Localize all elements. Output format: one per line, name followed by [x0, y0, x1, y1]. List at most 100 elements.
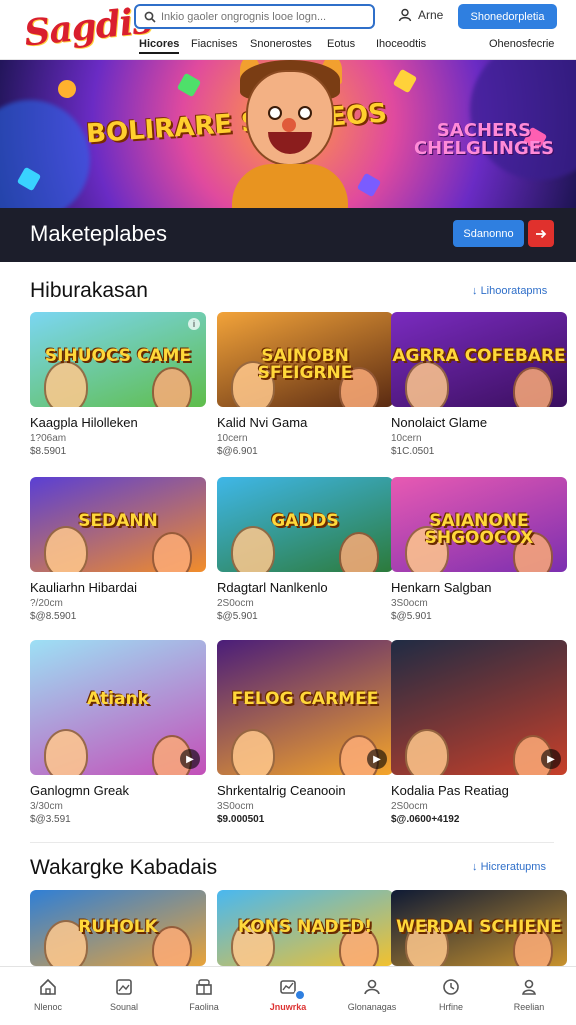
profile-icon: [522, 979, 536, 995]
gallery-icon: [116, 979, 132, 995]
bottom-nav-label: Sounal: [109, 1002, 139, 1012]
hero-caption-bar: Maketeplabes Sdanonno: [0, 208, 576, 262]
section-title-2: Wakargke Kabadais: [30, 856, 218, 879]
game-name: Kaagpla Hilolleken: [30, 415, 138, 430]
game-art-title: AGRRA COFEBARE: [392, 346, 566, 367]
bottom-nav-label: Jnuwrka: [269, 1002, 307, 1012]
game-price: $@5.901: [391, 611, 432, 622]
bottom-nav-item[interactable]: Jnuwrka: [248, 967, 328, 1025]
game-card[interactable]: KONS NADED!: [217, 890, 393, 966]
nav-tab-4[interactable]: Eotus: [327, 38, 355, 50]
bottom-nav-label: Hrfine: [438, 1002, 463, 1012]
game-art-title: SAIANONE SHGOOCOX: [424, 511, 534, 549]
game-thumbnail[interactable]: SEDANN: [30, 477, 206, 572]
bottom-nav-item[interactable]: Hrfine: [411, 967, 491, 1025]
game-card[interactable]: GADDS Rdagtarl Nanlkenlo 2S0ocm $@5.901: [217, 477, 393, 622]
game-thumbnail[interactable]: KONS NADED!: [217, 890, 393, 966]
section-link-2[interactable]: ↓ Hicreratupms: [472, 861, 546, 873]
game-meta: 3S0ocm: [217, 801, 254, 812]
game-thumbnail[interactable]: ▶: [391, 640, 567, 775]
game-card[interactable]: SIHUOCS CAME i Kaagpla Hilolleken 1?06am $8.…: [30, 312, 206, 457]
game-thumbnail[interactable]: SIHUOCS CAME i: [30, 312, 206, 407]
bottom-nav-item[interactable]: Faolina: [164, 967, 244, 1025]
game-name: Nonolaict Glame: [391, 415, 488, 430]
game-thumbnail[interactable]: FELOG CARMEE ▶: [217, 640, 393, 775]
game-card[interactable]: AGRRA COFEBARE Nonolaict Glame 10cern $1C.0…: [391, 312, 567, 457]
game-meta: 10cern: [391, 433, 422, 444]
nav-tab-1[interactable]: Hicores: [139, 38, 180, 54]
game-thumbnail[interactable]: AGRRA COFEBARE: [391, 312, 567, 407]
users-icon: [364, 979, 380, 995]
section-divider: [30, 842, 554, 843]
bottom-nav-label: Faolina: [189, 1002, 219, 1012]
game-card[interactable]: ▶ Kodalia Pas Reatiag 2S0ocm $@.0600+4192: [391, 640, 567, 825]
game-card[interactable]: SAINOBN SFEIGRNE Kalid Nvi Gama 10cern $@6.…: [217, 312, 393, 457]
game-card[interactable]: Atiank ▶ Ganlogmn Greak 3/30cm $@3.591: [30, 640, 206, 825]
game-thumbnail[interactable]: SAINOBN SFEIGRNE: [217, 312, 393, 407]
game-thumbnail[interactable]: GADDS: [217, 477, 393, 572]
game-thumbnail[interactable]: RUHOLK: [30, 890, 206, 966]
nav-tab-5[interactable]: Ihoceodtis: [376, 38, 426, 50]
game-thumbnail[interactable]: SAIANONE SHGOOCOX: [391, 477, 567, 572]
play-icon[interactable]: ▶: [180, 749, 200, 769]
game-card[interactable]: WERDAI SCHIENE: [391, 890, 567, 966]
game-meta: ?/20cm: [30, 598, 63, 609]
game-price: $9.000501: [217, 814, 265, 825]
hero-title: Maketeplabes: [30, 221, 167, 246]
bottom-nav-label: Nlenoc: [33, 1002, 62, 1012]
bottom-nav-item[interactable]: Nlenoc: [8, 967, 88, 1025]
game-art-title: KONS NADED!: [237, 916, 373, 937]
account-link[interactable]: Arne: [398, 8, 443, 22]
info-icon[interactable]: i: [188, 318, 200, 330]
game-price: $@5.901: [217, 611, 258, 622]
arrow-right-icon[interactable]: [528, 220, 554, 247]
game-thumbnail[interactable]: WERDAI SCHIENE: [391, 890, 567, 966]
game-art-title: SAINOBN SFEIGRNE: [257, 346, 353, 384]
game-price: $8.5901: [30, 446, 67, 457]
game-price: $1C.0501: [391, 446, 435, 457]
game-price: $@6.901: [217, 446, 258, 457]
search-input[interactable]: [161, 10, 361, 23]
game-art-title: WERDAI SCHIENE: [396, 916, 562, 937]
game-card[interactable]: SEDANN Kauliarhn Hibardai ?/20cm $@8.5901: [30, 477, 206, 622]
user-icon: [398, 8, 412, 22]
nav-tab-3[interactable]: Snonerostes: [250, 38, 312, 50]
game-card[interactable]: SAIANONE SHGOOCOX Henkarn Salgban 3S0ocm $@…: [391, 477, 567, 622]
main-nav: Hicores Fiacnises Snonerostes Eotus Ihoc…: [139, 38, 559, 58]
game-thumbnail[interactable]: Atiank ▶: [30, 640, 206, 775]
game-meta: 1?06am: [30, 433, 67, 444]
game-card[interactable]: FELOG CARMEE ▶ Shrkentalrig Ceanooin 3S0ocm…: [217, 640, 393, 825]
hero-banner[interactable]: BOLIRARE SHUMEOS SACHERS CHELGLINGES: [0, 60, 576, 208]
bottom-nav-item[interactable]: Reelian: [489, 967, 569, 1025]
game-art-title: GADDS: [271, 511, 339, 532]
gift-icon: [196, 979, 212, 995]
game-meta: 2S0ocm: [217, 598, 254, 609]
search-bar[interactable]: [134, 4, 375, 29]
game-meta: 3/30cm: [30, 801, 63, 812]
nav-tab-6[interactable]: Ohenosfecrie: [489, 38, 554, 50]
bottom-nav-label: Glonanagas: [347, 1002, 397, 1012]
game-name: Kauliarhn Hibardai: [30, 580, 137, 595]
game-name: Kalid Nvi Gama: [217, 415, 308, 430]
game-name: Henkarn Salgban: [391, 580, 492, 595]
section-title-1: Hiburakasan: [30, 279, 148, 302]
hero-primary-button[interactable]: Sdanonno: [453, 220, 524, 247]
bottom-nav-label: Reelian: [513, 1002, 545, 1012]
play-icon[interactable]: ▶: [367, 749, 387, 769]
hero-art-title-right: SACHERS CHELGLINGES: [413, 120, 555, 159]
game-art-title: RUHOLK: [78, 916, 158, 937]
game-meta: 10cern: [217, 433, 248, 444]
header-cta-button[interactable]: Shonedorpletia: [458, 4, 557, 29]
bottom-nav-item[interactable]: Glonanagas: [332, 967, 412, 1025]
game-name: Ganlogmn Greak: [30, 783, 129, 798]
bottom-nav-item[interactable]: Sounal: [84, 967, 164, 1025]
nav-tab-2[interactable]: Fiacnises: [191, 38, 237, 50]
clock-icon: [443, 979, 459, 995]
section-link-1[interactable]: ↓ Lihooratapms: [472, 285, 547, 297]
game-name: Shrkentalrig Ceanooin: [217, 783, 346, 798]
play-icon[interactable]: ▶: [541, 749, 561, 769]
game-meta: 3S0ocm: [391, 598, 428, 609]
game-card[interactable]: RUHOLK: [30, 890, 206, 966]
notification-dot: [294, 989, 306, 1001]
game-name: Rdagtarl Nanlkenlo: [217, 580, 328, 595]
